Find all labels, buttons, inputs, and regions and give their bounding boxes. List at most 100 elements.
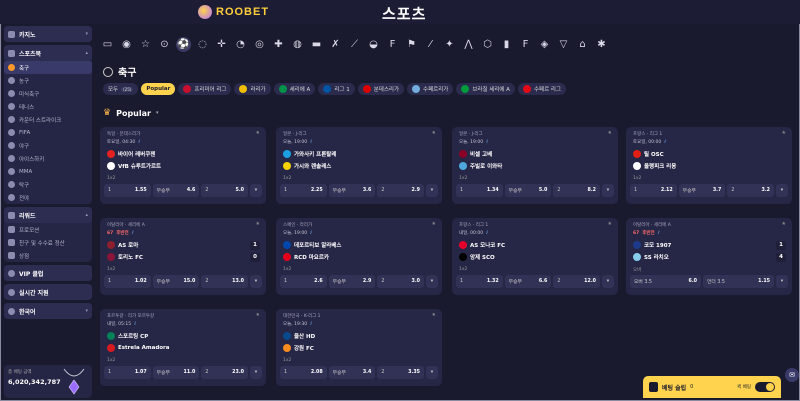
odds-button[interactable]: 무승부 3.6: [328, 184, 376, 197]
odds-button[interactable]: 1 1.07: [104, 366, 151, 379]
odds-button[interactable]: 2 13.0: [201, 275, 249, 288]
odds-button[interactable]: 2 2.9: [377, 184, 425, 197]
match-card[interactable]: 프랑스 · 리그 1 내일, 00:00 ⫽ ★ AS 모나코 FC 앙제 SCO 1x2 1…: [452, 218, 618, 295]
league-chip[interactable]: 브라질 세리에 A: [456, 83, 515, 95]
star-icon[interactable]: ☆: [138, 37, 153, 52]
more-markets-icon[interactable]: ▾: [250, 366, 263, 379]
bet-slip-bar[interactable]: 베팅 슬립 0 퀵 베팅: [643, 376, 781, 398]
odds-button[interactable]: 2 23.0: [201, 366, 249, 379]
live-icon[interactable]: ◉: [119, 37, 134, 52]
more-markets-icon[interactable]: ▾: [776, 184, 789, 197]
sidebar-item-reward[interactable]: 친구 및 수수료 정산: [4, 236, 92, 249]
more-markets-icon[interactable]: ▾: [602, 275, 615, 288]
sidebar-item-sport[interactable]: 미식축구: [4, 87, 92, 100]
mma-alt-icon[interactable]: ✱: [594, 37, 609, 52]
odds-button[interactable]: 2 5.0: [201, 184, 249, 197]
baseball-icon[interactable]: ◌: [195, 37, 210, 52]
odds-button[interactable]: 1 2.12: [630, 184, 677, 197]
soccer-icon[interactable]: ⚽: [176, 36, 191, 52]
odds-button[interactable]: 2 8.2: [553, 184, 601, 197]
sidebar-item-sport[interactable]: 야구: [4, 139, 92, 152]
volleyball-icon[interactable]: ◍: [290, 37, 305, 52]
favorite-star-icon[interactable]: ★: [432, 221, 436, 227]
sidebar-item-reward[interactable]: 상점: [4, 249, 92, 262]
brand-logo[interactable]: ROOBET: [198, 5, 269, 19]
odds-button[interactable]: 무승부 11.0: [152, 366, 200, 379]
odds-button[interactable]: 1 1.34: [456, 184, 503, 197]
more-markets-icon[interactable]: ▾: [250, 275, 263, 288]
odds-button[interactable]: 2 3.0: [377, 275, 425, 288]
odds-button[interactable]: 무승부 3.4: [328, 366, 376, 379]
chat-bubble-icon[interactable]: ✉: [785, 368, 799, 382]
more-markets-icon[interactable]: ▾: [250, 184, 263, 197]
league-chip[interactable]: Popular: [141, 83, 176, 95]
favorite-star-icon[interactable]: ★: [256, 130, 260, 136]
sidebar-item-sport[interactable]: 카운터 스트라이크: [4, 113, 92, 126]
league-chip[interactable]: 프리미어 리그: [178, 83, 232, 95]
more-markets-icon[interactable]: ▾: [426, 275, 439, 288]
odds-button[interactable]: 1 1.02: [104, 275, 151, 288]
league-chip[interactable]: 리그 1: [318, 83, 355, 95]
match-card[interactable]: 일본 · J-리그 오늘, 19:00 ⫽ ★ 가와사키 프론탈레 가시와 렌솔레스 1x2…: [276, 127, 442, 204]
league-chip[interactable]: 세리에 A: [273, 83, 316, 95]
odds-button[interactable]: 무승부 15.0: [152, 275, 200, 288]
counter-strike-icon[interactable]: ✛: [214, 37, 229, 52]
league-chip[interactable]: 분데스리가: [357, 83, 405, 95]
sidebar-item-sport[interactable]: 탁구: [4, 178, 92, 191]
sidebar-item-sport[interactable]: 농구: [4, 74, 92, 87]
tennis-icon[interactable]: ◔: [233, 37, 248, 52]
match-card[interactable]: 스페인 · 라리가 오늘, 19:00 ⫽ ★ 데포르티보 알라베스 RCD 마요르카 1x…: [276, 218, 442, 295]
cycling-icon[interactable]: ⬡: [480, 37, 495, 52]
odds-button[interactable]: 2 3.35: [377, 366, 425, 379]
odds-button[interactable]: 1 2.6: [280, 275, 327, 288]
league-icon[interactable]: ▮: [499, 37, 514, 52]
jackpot-banner[interactable]: 총 베팅 금액 6,020,342,787: [4, 365, 92, 398]
favorite-star-icon[interactable]: ★: [432, 312, 436, 318]
sidebar-item-casino[interactable]: 카지노 ▾: [4, 26, 92, 42]
favorite-star-icon[interactable]: ★: [256, 312, 260, 318]
language-selector[interactable]: 한국어 ▾: [4, 303, 92, 319]
esports-icon[interactable]: ▭: [100, 37, 115, 52]
odds-button[interactable]: 무승부 5.0: [504, 184, 552, 197]
match-card[interactable]: 이탈리아 · 세리에 A67후반전⫽★◂▸코모 19071SS 라치오4오버오버…: [626, 218, 792, 295]
favorite-star-icon[interactable]: ★: [782, 130, 786, 136]
favorite-star-icon[interactable]: ★: [608, 221, 612, 227]
match-card[interactable]: 프랑스 · 리그 1 토요일, 00:00 ⫽ ★ 릴 OSC 올랭피크 리옹 1x2 1 2.…: [626, 127, 792, 204]
league-chip[interactable]: 라리가: [234, 83, 271, 95]
sidebar-item-reward[interactable]: 프로모션: [4, 223, 92, 236]
golf-icon[interactable]: ⚑: [404, 37, 419, 52]
sidebar-item-sport[interactable]: 테니스: [4, 100, 92, 113]
darts-icon[interactable]: ◈: [537, 37, 552, 52]
odds-button[interactable]: 2 3.2: [727, 184, 775, 197]
favorite-star-icon[interactable]: ★: [608, 130, 612, 136]
favorite-star-icon[interactable]: ★: [256, 221, 260, 227]
more-markets-icon[interactable]: ▾: [602, 184, 615, 197]
rugby-icon[interactable]: ◒: [366, 37, 381, 52]
sidebar-item-sport[interactable]: 축구: [4, 61, 92, 74]
sidebar-item-sportsbook[interactable]: 스포츠북 ▴: [4, 45, 92, 61]
dota-icon[interactable]: ⋀: [461, 37, 476, 52]
odds-button[interactable]: 무승부 3.7: [678, 184, 726, 197]
fifa-alt2-icon[interactable]: F: [518, 37, 533, 52]
odds-button[interactable]: 오버 3.5 6.0: [630, 275, 701, 288]
hockey-stick-icon[interactable]: ⁄: [423, 37, 438, 52]
sidebar-item-vip[interactable]: VIP 클럽: [4, 265, 92, 281]
sidebar-item-sport[interactable]: FIFA: [4, 126, 92, 139]
basketball-icon[interactable]: ◎: [252, 37, 267, 52]
match-card[interactable]: 이탈리아 · 세리에 A67후반전⫽★◂▸AS 로마1토리노 FC01x211.…: [100, 218, 266, 295]
odds-button[interactable]: 2 12.0: [553, 275, 601, 288]
favorite-star-icon[interactable]: ★: [432, 130, 436, 136]
section-popular[interactable]: ♛ Popular ▾: [103, 108, 158, 118]
odds-button[interactable]: 1 2.08: [280, 366, 327, 379]
match-card[interactable]: 독일 · 분데스리가 토요일, 04:30 ⫽ ★ 바이어 레버쿠젠 VfB 슈투트가르트…: [100, 127, 266, 204]
odds-button[interactable]: 언더 3.5 1.15: [703, 275, 774, 288]
odds-button[interactable]: 무승부 4.6: [152, 184, 200, 197]
sidebar-item-sport[interactable]: 전야: [4, 191, 92, 204]
mobile-legends-icon[interactable]: ⌂: [575, 37, 590, 52]
fifa-alt-icon[interactable]: F: [385, 37, 400, 52]
table-tennis-icon[interactable]: ✗: [328, 37, 343, 52]
match-card[interactable]: 포르투갈 · 리가 포르투갈 내일, 05:15 ⫽ ★ 스포르팅 CP Estrela …: [100, 309, 266, 386]
odds-button[interactable]: 1 2.25: [280, 184, 327, 197]
odds-button[interactable]: 1 1.55: [104, 184, 151, 197]
cricket-icon[interactable]: ⟋: [347, 37, 362, 52]
